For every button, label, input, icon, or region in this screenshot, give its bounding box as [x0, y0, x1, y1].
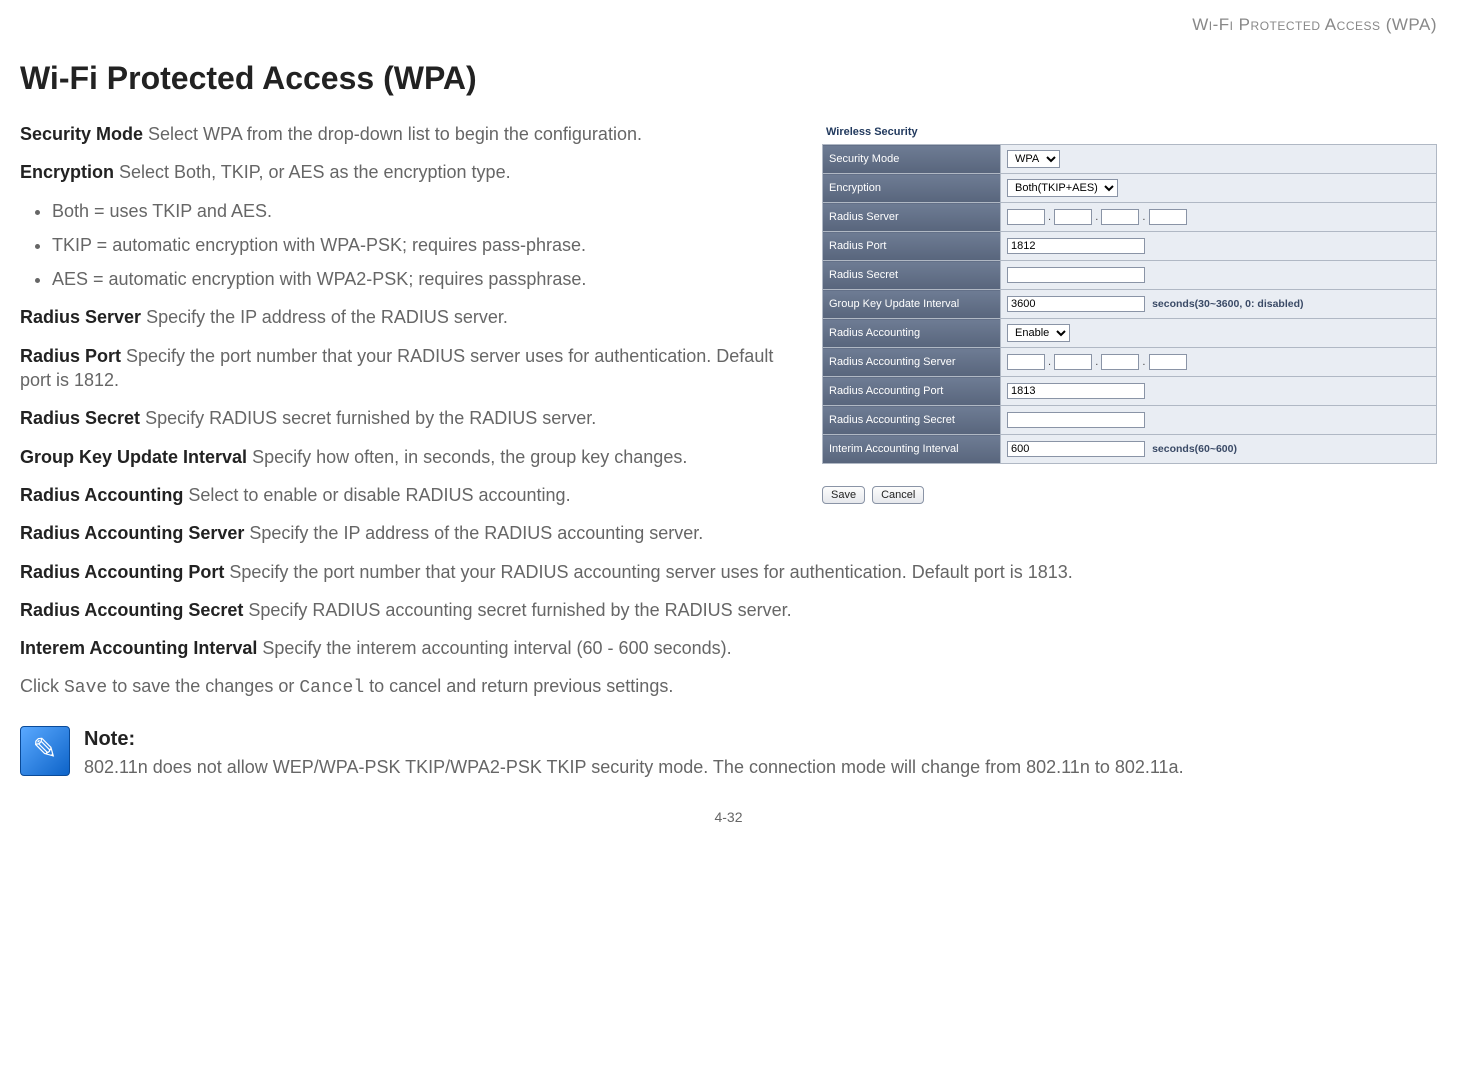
- interim-suffix: seconds(60~600): [1152, 443, 1237, 455]
- interim-input[interactable]: [1007, 441, 1145, 457]
- radius-acct-server-ip: . . .: [1001, 348, 1437, 377]
- label-group-key: Group Key Update Interval: [823, 290, 1001, 319]
- label-security-mode: Security Mode: [823, 145, 1001, 174]
- page-number: 4-32: [20, 809, 1437, 825]
- label-radius-secret: Radius Secret: [823, 261, 1001, 290]
- save-button[interactable]: Save: [822, 486, 865, 504]
- radius-server-ip: . . .: [1001, 203, 1437, 232]
- ip-octet[interactable]: [1101, 354, 1139, 370]
- ip-octet[interactable]: [1149, 209, 1187, 225]
- note-heading: Note:: [84, 726, 1184, 753]
- para-radius-acct-secret: Radius Accounting Secret Specify RADIUS …: [20, 598, 1437, 622]
- ip-octet[interactable]: [1007, 354, 1045, 370]
- group-key-input[interactable]: [1007, 296, 1145, 312]
- label-radius-acct-server: Radius Accounting Server: [823, 348, 1001, 377]
- radius-secret-input[interactable]: [1007, 267, 1145, 283]
- cancel-button[interactable]: Cancel: [872, 486, 924, 504]
- note-body: 802.11n does not allow WEP/WPA-PSK TKIP/…: [84, 757, 1184, 777]
- label-radius-port: Radius Port: [823, 232, 1001, 261]
- page-title: Wi-Fi Protected Access (WPA): [20, 60, 1437, 97]
- radius-port-input[interactable]: [1007, 238, 1145, 254]
- group-key-suffix: seconds(30~3600, 0: disabled): [1152, 298, 1303, 310]
- ip-octet[interactable]: [1054, 354, 1092, 370]
- note-block: Note: 802.11n does not allow WEP/WPA-PSK…: [20, 726, 1437, 779]
- para-click-save: Click Save to save the changes or Cancel…: [20, 674, 1437, 700]
- ip-octet[interactable]: [1149, 354, 1187, 370]
- label-radius-server: Radius Server: [823, 203, 1001, 232]
- radius-acct-secret-input[interactable]: [1007, 412, 1145, 428]
- label-radius-accounting: Radius Accounting: [823, 319, 1001, 348]
- label-encryption: Encryption: [823, 174, 1001, 203]
- ip-octet[interactable]: [1007, 209, 1045, 225]
- para-interem-interval: Interem Accounting Interval Specify the …: [20, 636, 1437, 660]
- radius-acct-port-input[interactable]: [1007, 383, 1145, 399]
- note-pencil-icon: [20, 726, 70, 776]
- panel-title: Wireless Security: [822, 122, 1437, 144]
- security-mode-select[interactable]: WPA: [1007, 150, 1060, 168]
- para-radius-acct-port: Radius Accounting Port Specify the port …: [20, 560, 1437, 584]
- label-radius-acct-port: Radius Accounting Port: [823, 377, 1001, 406]
- ip-octet[interactable]: [1101, 209, 1139, 225]
- para-radius-acct-server: Radius Accounting Server Specify the IP …: [20, 521, 1437, 545]
- running-head: Wi-Fi Protected Access (WPA): [20, 0, 1437, 40]
- label-interim: Interim Accounting Interval: [823, 435, 1001, 464]
- wireless-security-panel: Wireless Security Security Mode WPA Encr…: [822, 122, 1437, 504]
- ip-octet[interactable]: [1054, 209, 1092, 225]
- label-radius-acct-secret: Radius Accounting Secret: [823, 406, 1001, 435]
- radius-accounting-select[interactable]: Enable: [1007, 324, 1070, 342]
- config-table: Security Mode WPA Encryption Both(TKIP+A…: [822, 144, 1437, 464]
- encryption-select[interactable]: Both(TKIP+AES): [1007, 179, 1118, 197]
